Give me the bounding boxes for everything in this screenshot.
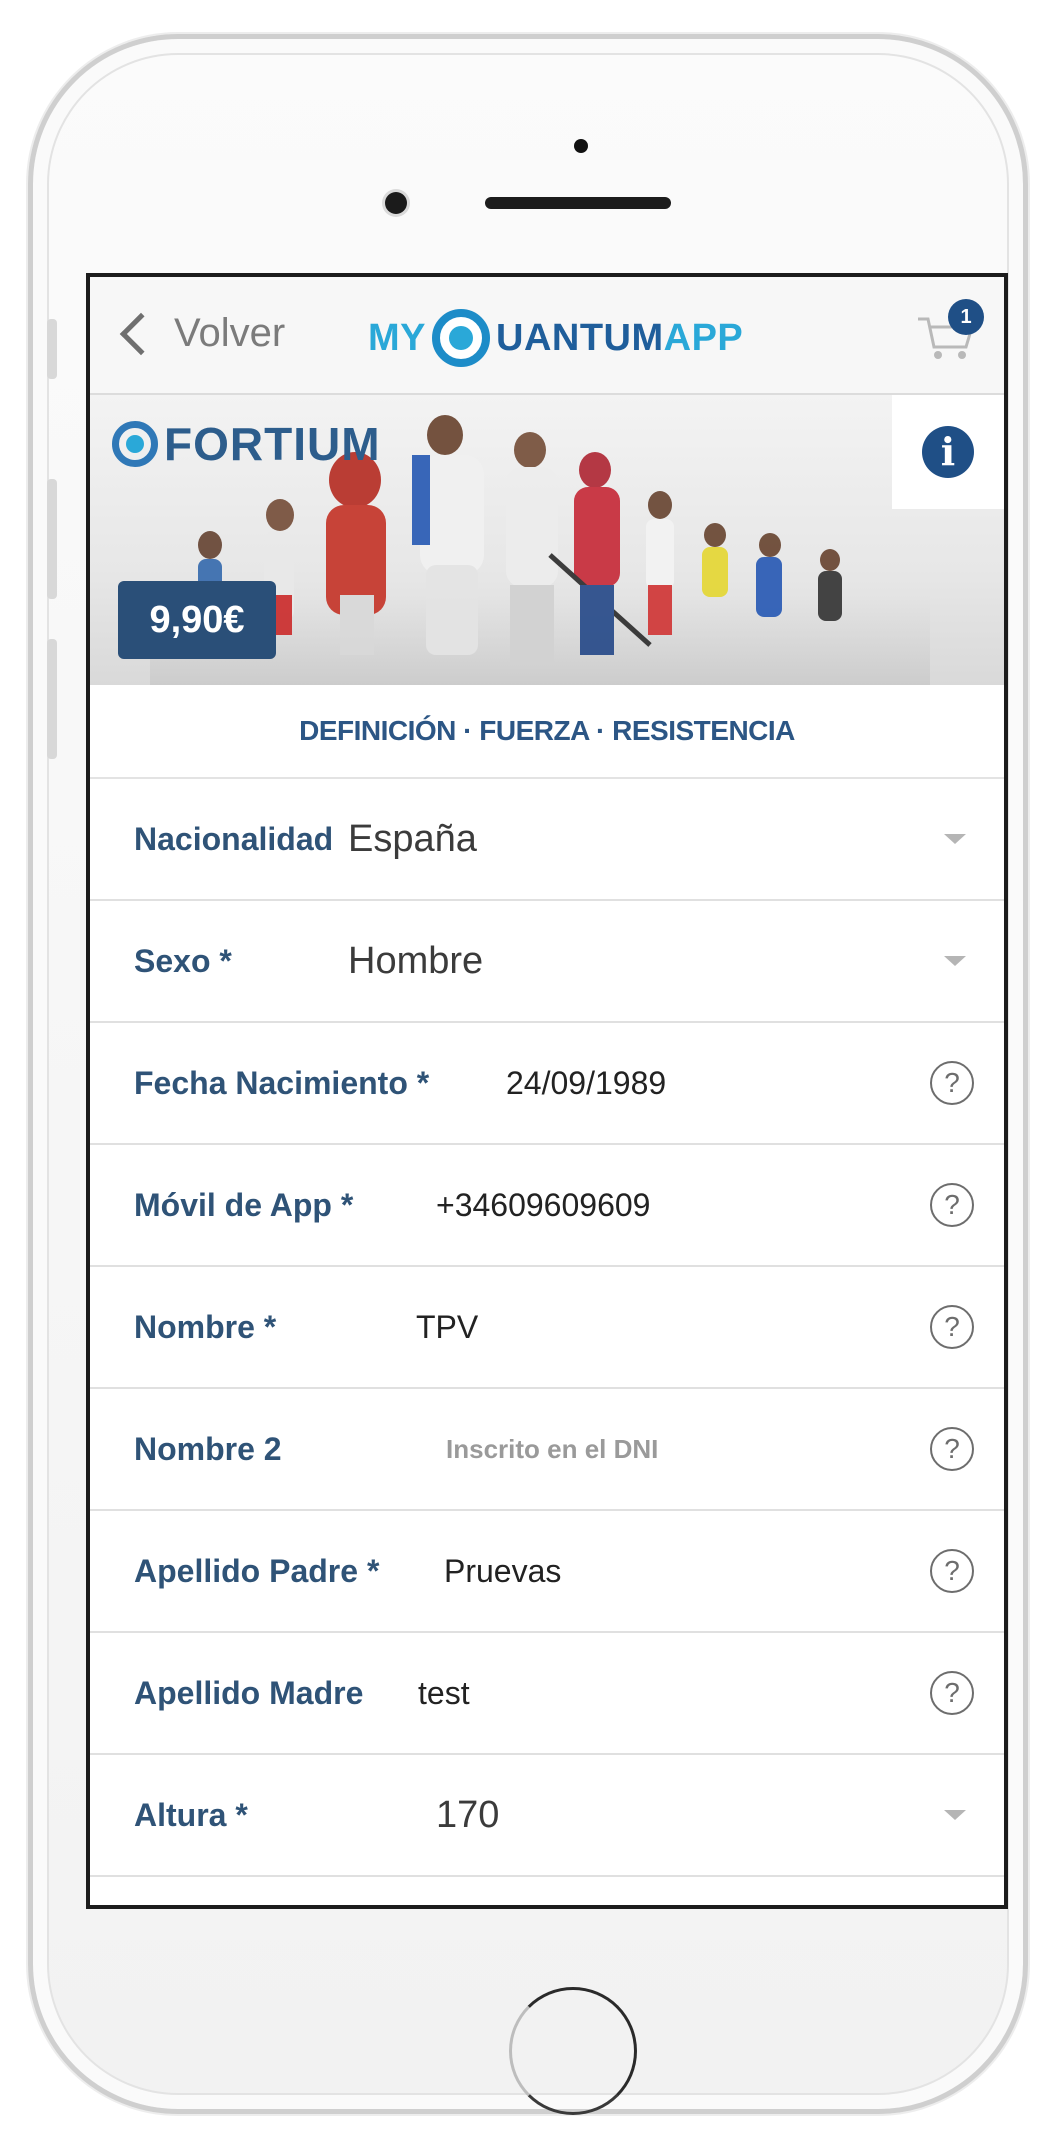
field-value: Hombre: [348, 939, 484, 982]
mute-switch: [47, 319, 57, 379]
volume-up-button: [47, 479, 57, 599]
mother-surname-field[interactable]: Apellido Madre test ?: [90, 1633, 1004, 1755]
volume-down-button: [47, 639, 57, 759]
cart-button[interactable]: 1: [916, 299, 984, 367]
height-select[interactable]: Altura * 170: [90, 1755, 1004, 1877]
field-label: Sexo *: [134, 942, 232, 979]
father-surname-field[interactable]: Apellido Padre * Pruevas ?: [90, 1511, 1004, 1633]
back-label: Volver: [174, 311, 286, 355]
caret-down-icon: [944, 1810, 966, 1820]
product-banner: FORTIUM i 9,90€: [90, 395, 1004, 685]
help-icon[interactable]: ?: [930, 1427, 974, 1471]
birthdate-field[interactable]: Fecha Nacimiento * 24/09/1989 ?: [90, 1023, 1004, 1145]
logo-uantum: UANTUM: [496, 316, 664, 359]
field-placeholder: Inscrito en el DNI: [446, 1433, 659, 1464]
help-icon[interactable]: ?: [930, 1183, 974, 1227]
proximity-sensor: [574, 139, 588, 153]
product-tagline: DEFINICIÓN · FUERZA · RESISTENCIA: [90, 685, 1004, 779]
help-icon[interactable]: ?: [930, 1549, 974, 1593]
field-label: Fecha Nacimiento *: [134, 1064, 430, 1101]
back-button[interactable]: Volver: [112, 311, 285, 356]
caret-down-icon: [944, 834, 966, 844]
field-label: Apellido Padre *: [134, 1552, 380, 1589]
field-value: Pruevas: [444, 1552, 562, 1589]
field-value: test: [418, 1674, 470, 1711]
field-value: 170: [436, 1793, 500, 1836]
info-button[interactable]: i: [892, 395, 1004, 509]
field-value: TPV: [416, 1308, 479, 1345]
app-screen: Volver MY UANTUM APP 1 FORTIUM i 9,90€ D…: [86, 273, 1008, 1909]
help-icon[interactable]: ?: [930, 1671, 974, 1715]
first-name-field[interactable]: Nombre * TPV ?: [90, 1267, 1004, 1389]
info-icon: i: [922, 426, 974, 478]
home-button[interactable]: [509, 1987, 637, 2115]
field-label: Móvil de App *: [134, 1186, 354, 1223]
cart-count-badge: 1: [948, 299, 984, 335]
field-label: Altura *: [134, 1796, 248, 1833]
fortium-logo-text: FORTIUM: [164, 418, 381, 470]
help-icon[interactable]: ?: [930, 1061, 974, 1105]
mobile-field[interactable]: Móvil de App * +34609609609 ?: [90, 1145, 1004, 1267]
field-value: +34609609609: [436, 1186, 651, 1223]
field-label: Apellido Madre: [134, 1674, 364, 1711]
top-nav-bar: Volver MY UANTUM APP 1: [90, 277, 1004, 395]
logo-my: MY: [368, 316, 426, 359]
sex-select[interactable]: Sexo * Hombre: [90, 901, 1004, 1023]
caret-down-icon: [944, 956, 966, 966]
field-value: 24/09/1989: [506, 1064, 667, 1101]
logo-app: APP: [663, 316, 744, 359]
field-label: Nacionalidad: [134, 820, 334, 857]
quantum-q-icon: [432, 309, 490, 367]
earpiece-speaker: [485, 197, 671, 209]
chevron-left-icon: [119, 312, 163, 355]
field-label: Nombre *: [134, 1308, 277, 1345]
front-camera: [385, 192, 407, 214]
field-value: España: [348, 817, 477, 860]
price-badge: 9,90€: [118, 581, 276, 659]
nationality-select[interactable]: Nacionalidad España: [90, 779, 1004, 901]
field-label: Nombre 2: [134, 1430, 282, 1467]
fortium-logo: FORTIUM: [112, 417, 381, 471]
help-icon[interactable]: ?: [930, 1305, 974, 1349]
second-name-field[interactable]: Nombre 2 Inscrito en el DNI ?: [90, 1389, 1004, 1511]
app-logo: MY UANTUM APP: [368, 309, 743, 367]
fortium-ring-icon: [112, 421, 158, 467]
